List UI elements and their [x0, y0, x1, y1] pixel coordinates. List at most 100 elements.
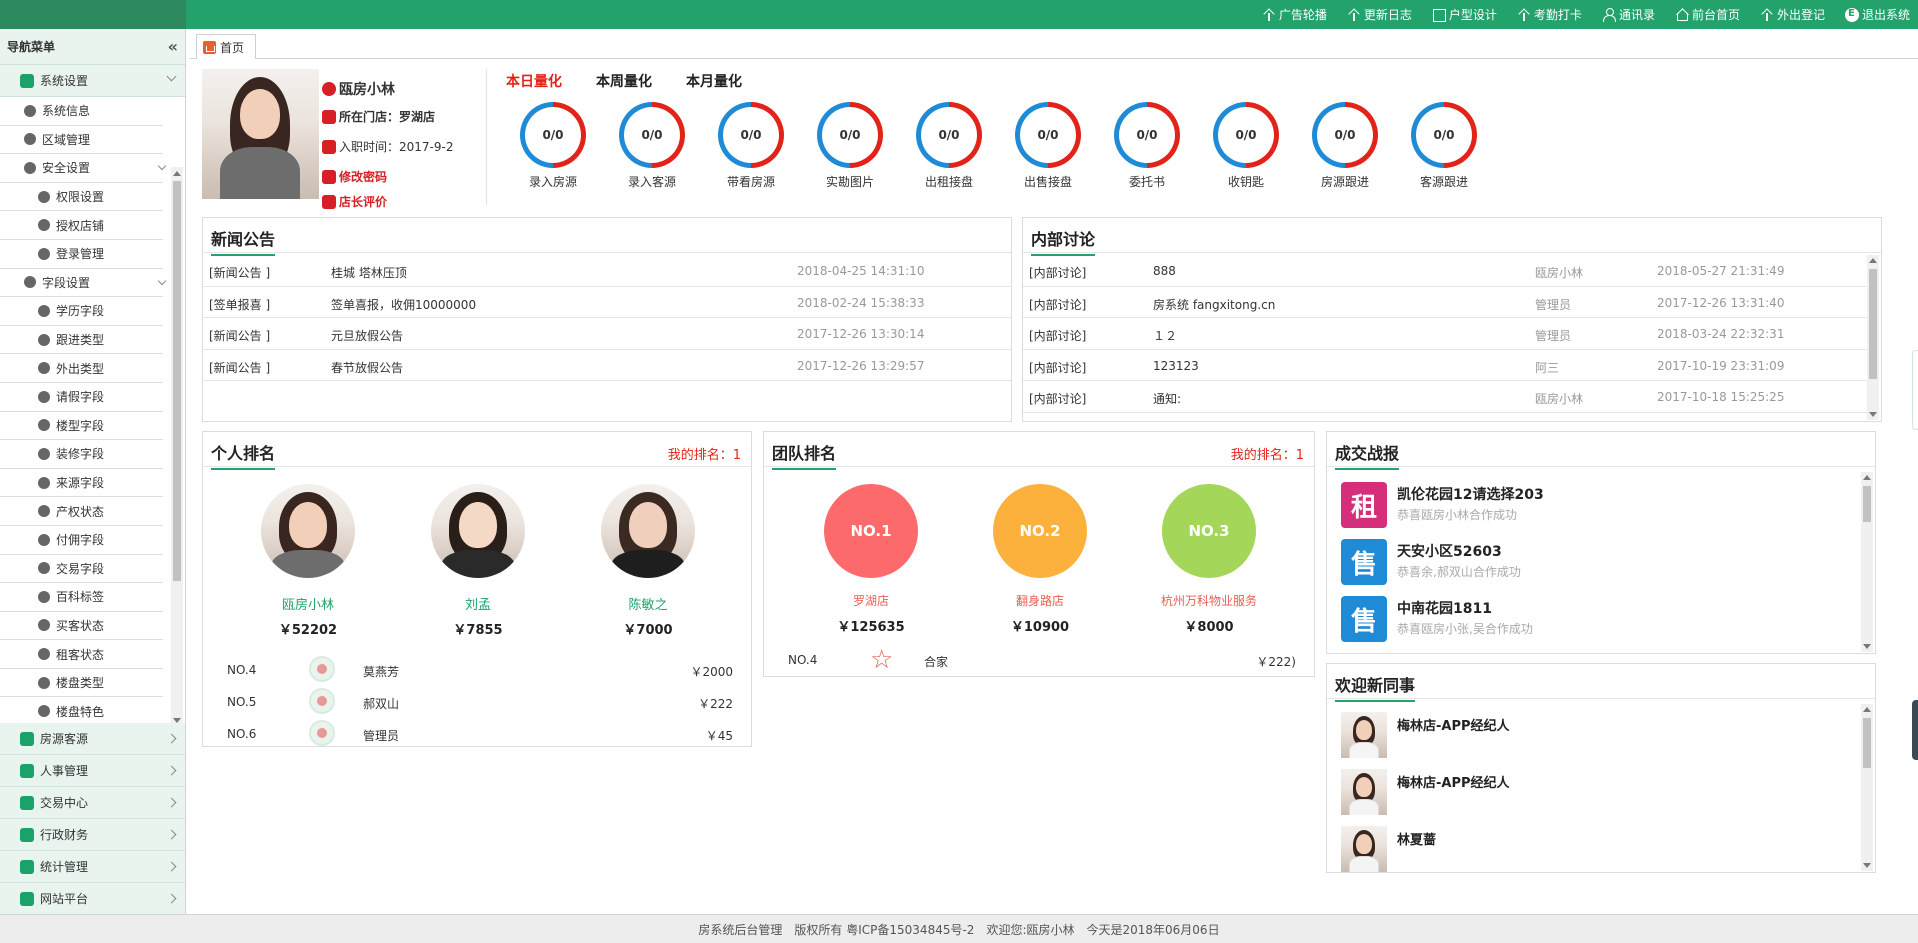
sidebar-tree-item[interactable]: 楼盘特色 [0, 697, 163, 723]
topnav-front-home[interactable]: 前台首页 [1675, 6, 1740, 23]
sidebar-group[interactable]: 交易中心 [0, 787, 185, 819]
collapse-icon[interactable]: « [168, 37, 178, 56]
quant-tab[interactable]: 本月量化 [686, 71, 742, 91]
field-icon [38, 333, 50, 346]
group-icon [20, 827, 34, 842]
deals-scrollbar[interactable] [1861, 472, 1873, 652]
sidebar-group[interactable]: 人事管理 [0, 755, 185, 787]
topnav-attendance[interactable]: 考勤打卡 [1517, 6, 1582, 23]
quant-ring[interactable]: 0/0 [1114, 102, 1180, 168]
discussion-row[interactable]: [内部讨论] １２ 管理员 2018-03-24 22:32:31 [1023, 318, 1867, 350]
sidebar-tree-item[interactable]: 权限设置 [0, 183, 163, 212]
deal-title[interactable]: 中南花园1811 [1397, 598, 1492, 618]
sidebar-tree-item[interactable]: 来源字段 [0, 469, 163, 498]
quant-ring-label: 录入客源 [627, 175, 676, 189]
topnav-logout[interactable]: 退出系统 [1844, 6, 1910, 23]
manager-eval-link[interactable]: 店长评价 [322, 193, 387, 210]
chevron-right-icon [166, 765, 177, 776]
sidebar-tree-label: 装修字段 [56, 447, 105, 462]
side-widget-dark[interactable] [1912, 700, 1918, 760]
topnav-contacts[interactable]: 通讯录 [1602, 6, 1655, 23]
news-row[interactable]: [签单报喜 ] 签单喜报，收佣10000000 2018-02-24 15:38:3… [203, 287, 1011, 318]
change-password-link[interactable]: 修改密码 [322, 168, 387, 185]
sidebar-group-system-settings[interactable]: 系统设置 [0, 65, 185, 97]
sidebar-tree-item[interactable]: 百科标签 [0, 583, 163, 612]
sidebar-tree-item[interactable]: 买客状态 [0, 612, 163, 641]
rank-row[interactable]: NO.5 郝双山 ￥222 [203, 686, 751, 717]
sidebar-group[interactable]: 行政财务 [0, 819, 185, 851]
sidebar-group[interactable]: 统计管理 [0, 851, 185, 883]
sidebar-tree-item[interactable]: 装修字段 [0, 440, 163, 469]
rank-row-amount: ￥222 [698, 697, 733, 711]
sidebar-tree-item[interactable]: 租客状态 [0, 640, 163, 669]
quant-tab[interactable]: 本周量化 [596, 71, 652, 91]
sidebar-tree-item[interactable]: 楼盘类型 [0, 669, 163, 698]
quant-ring-label: 出售接盘 [1023, 175, 1072, 189]
sidebar-tree-label: 买客状态 [56, 618, 105, 633]
quant-ring[interactable]: 0/0 [619, 102, 685, 168]
sidebar-tree-item[interactable]: 付佣字段 [0, 526, 163, 555]
profile-name-row: 瓯房小林 [322, 79, 395, 99]
sidebar-tree-item[interactable]: 楼型字段 [0, 412, 163, 441]
quant-tab[interactable]: 本日量化 [506, 71, 562, 91]
rank-row[interactable]: NO.6 管理员 ￥45 [203, 718, 751, 749]
sidebar-tree-item[interactable]: 安全设置 [0, 154, 167, 183]
news-row[interactable]: [新闻公告 ] 元旦放假公告 2017-12-26 13:30:14 [203, 318, 1011, 350]
sidebar-tree-item[interactable]: 区域管理 [0, 126, 163, 155]
sidebar-tree-item[interactable]: 交易字段 [0, 555, 163, 584]
new-staff-scrollbar[interactable] [1861, 704, 1873, 871]
discussion-row[interactable]: [内部讨论] 通知: 瓯房小林 2017-10-18 15:25:25 [1023, 381, 1867, 413]
field-icon [38, 219, 50, 232]
staff-name[interactable]: 梅林店-APP经纪人 [1397, 772, 1510, 791]
sidebar-tree-label: 产权状态 [56, 504, 105, 519]
quant-ring[interactable]: 0/0 [1411, 102, 1477, 168]
sidebar-tree-item[interactable]: 外出类型 [0, 354, 163, 383]
topnav-ad-carousel[interactable]: 广告轮播 [1262, 6, 1327, 23]
topnav-update-log[interactable]: 更新日志 [1347, 6, 1412, 23]
tab-home[interactable]: 首页 [196, 34, 256, 59]
quant-ring[interactable]: 0/0 [916, 102, 982, 168]
news-row[interactable]: [新闻公告 ] 桂城 塔林压顶 2018-04-25 14:31:10 [203, 255, 1011, 287]
quant-ring[interactable]: 0/0 [1213, 102, 1279, 168]
sidebar-tree-item[interactable]: 产权状态 [0, 497, 163, 526]
sidebar-tree-item[interactable]: 请假字段 [0, 383, 163, 412]
quant-ring[interactable]: 0/0 [520, 102, 586, 168]
topnav-floorplan[interactable]: 户型设计 [1432, 6, 1497, 23]
rank-row-name: 莫燕芳 [363, 665, 400, 679]
deal-title[interactable]: 凯伦花园12请选择203 [1397, 484, 1544, 504]
sidebar-tree-item[interactable]: 字段设置 [0, 269, 167, 298]
quant-ring[interactable]: 0/0 [1312, 102, 1378, 168]
sidebar-tree-item[interactable]: 跟进类型 [0, 326, 163, 355]
deal-title[interactable]: 天安小区52603 [1397, 541, 1502, 561]
discussion-author: 瓯房小林 [1535, 266, 1584, 280]
sidebar-tree-item[interactable]: 授权店铺 [0, 211, 163, 240]
quant-ring[interactable]: 0/0 [1015, 102, 1081, 168]
staff-name[interactable]: 林夏蔷 [1397, 829, 1436, 848]
staff-name[interactable]: 梅林店-APP经纪人 [1397, 715, 1510, 734]
quant-ring[interactable]: 0/0 [817, 102, 883, 168]
news-panel: 新闻公告 [新闻公告 ] 桂城 塔林压顶 2018-04-25 14:31:10 [签… [202, 217, 1012, 422]
discussion-row[interactable]: [内部讨论] 123123 阿三 2017-10-19 23:31:09 [1023, 350, 1867, 381]
field-icon [38, 562, 50, 575]
topnav-label: 退出系统 [1861, 8, 1910, 22]
sidebar-group[interactable]: 网站平台 [0, 883, 185, 915]
topnav-outing[interactable]: 外出登记 [1760, 6, 1825, 23]
discussion-type: [内部讨论] [1029, 297, 1087, 312]
sidebar-tree-label: 权限设置 [56, 190, 105, 205]
topnav-label: 户型设计 [1448, 8, 1497, 22]
sidebar-tree-item[interactable]: 学历字段 [0, 297, 163, 326]
sidebar-tree-item[interactable]: 系统信息 [0, 97, 163, 126]
quant-ring[interactable]: 0/0 [718, 102, 784, 168]
profile-join-date: 入职时间：2017-9-2 [339, 140, 454, 154]
sidebar-tree-item[interactable]: 登录管理 [0, 240, 163, 269]
discussion-row[interactable]: [内部讨论] 888 瓯房小林 2018-05-27 21:31:49 [1023, 255, 1867, 287]
sidebar-scrollbar[interactable] [171, 167, 183, 723]
rank-row[interactable]: NO.4 莫燕芳 ￥2000 [203, 654, 751, 685]
sidebar-tree-label: 系统信息 [42, 104, 91, 119]
discussion-scrollbar[interactable] [1867, 255, 1879, 420]
discussion-row[interactable]: [内部讨论] 房系统 fangxitong.cn 管理员 2017-12-26 13:… [1023, 287, 1867, 318]
side-widget[interactable] [1912, 350, 1918, 430]
team-row[interactable]: NO.4 ☆ 合家 ￥222) [764, 644, 1314, 675]
news-row[interactable]: [新闻公告 ] 春节放假公告 2017-12-26 13:29:57 [203, 350, 1011, 381]
sidebar-group[interactable]: 房源客源 [0, 723, 185, 755]
